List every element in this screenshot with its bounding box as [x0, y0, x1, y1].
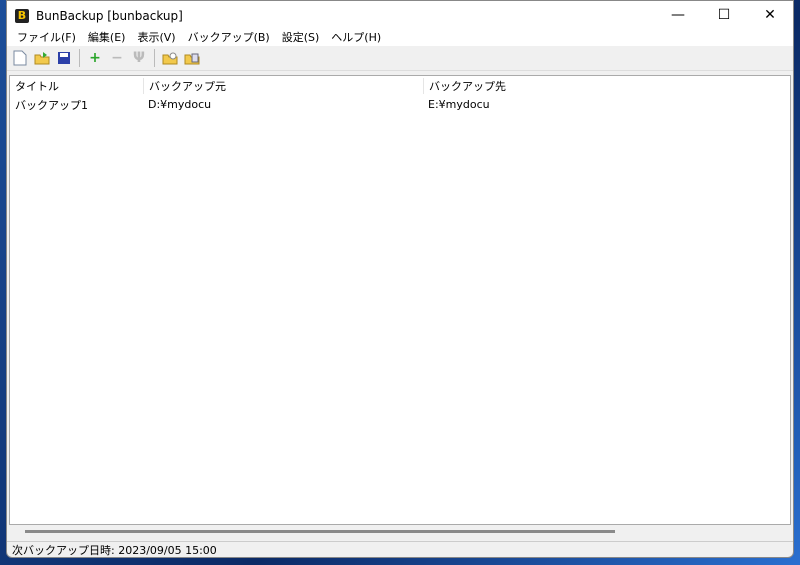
column-header-title[interactable]: タイトル [10, 78, 143, 94]
remove-icon[interactable]: − [108, 49, 126, 67]
item-destination: E:¥mydocu [428, 98, 490, 111]
menu-edit[interactable]: 編集(E) [82, 30, 132, 46]
new-file-icon[interactable] [11, 49, 29, 67]
toolbar-separator [79, 49, 80, 67]
title-bar: B BunBackup [bunbackup] — ☐ ✕ [7, 1, 793, 30]
toolbar-separator [154, 49, 155, 67]
properties-icon[interactable]: Ψ [130, 49, 148, 67]
toolbar: + − Ψ [7, 46, 793, 71]
horizontal-scrollbar[interactable] [9, 525, 791, 539]
menu-help[interactable]: ヘルプ(H) [325, 30, 387, 46]
menu-settings[interactable]: 設定(S) [276, 30, 326, 46]
app-window: B BunBackup [bunbackup] — ☐ ✕ ファイル(F) 編集… [6, 0, 794, 558]
open-folder-icon[interactable] [33, 49, 51, 67]
backup-folder-icon[interactable] [161, 49, 179, 67]
app-icon: B [15, 8, 29, 23]
menu-file[interactable]: ファイル(F) [11, 30, 82, 46]
menu-backup[interactable]: バックアップ(B) [182, 30, 276, 46]
column-header-source[interactable]: バックアップ元 [143, 77, 423, 94]
maximize-button[interactable]: ☐ [701, 1, 747, 30]
menu-bar: ファイル(F) 編集(E) 表示(V) バックアップ(B) 設定(S) ヘルプ(… [7, 30, 793, 46]
close-button[interactable]: ✕ [747, 1, 793, 30]
column-header-destination[interactable]: バックアップ先 [423, 77, 506, 94]
backup-list: タイトル バックアップ元 バックアップ先 バックアップ1 D:¥mydocu E… [9, 75, 791, 525]
item-source: D:¥mydocu [148, 98, 212, 111]
window-title: BunBackup [bunbackup] [36, 8, 183, 23]
add-icon[interactable]: + [86, 49, 104, 67]
menu-view[interactable]: 表示(V) [131, 30, 181, 46]
status-bar: 次バックアップ日時: 2023/09/05 15:00 [7, 541, 793, 557]
item-title: バックアップ1 [15, 98, 88, 112]
list-header: タイトル バックアップ元 バックアップ先 [10, 76, 790, 95]
minimize-button[interactable]: — [655, 1, 701, 30]
save-icon[interactable] [55, 49, 73, 67]
scrollbar-thumb[interactable] [25, 530, 615, 533]
backup-all-icon[interactable] [183, 49, 201, 67]
list-item[interactable]: バックアップ1 D:¥mydocu E:¥mydocu [10, 95, 790, 114]
